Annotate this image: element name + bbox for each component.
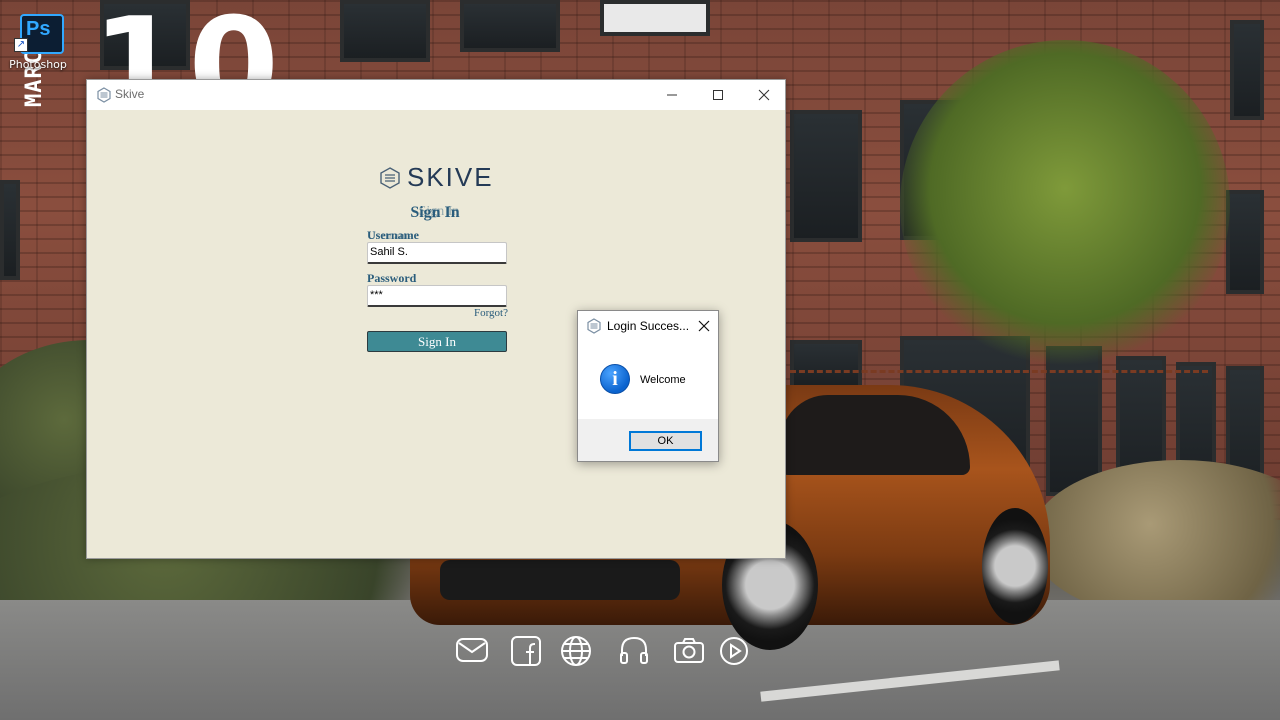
car-grille [440,560,680,600]
building-window [460,0,560,52]
skive-logo-icon [587,318,601,334]
maximize-button[interactable] [695,80,741,110]
clock-hour-text: 10 [92,0,285,80]
sign-in-heading: Sign In [410,204,460,221]
building-window [600,0,710,36]
facebook-icon [511,636,541,666]
minimize-icon [667,94,677,96]
building-window [0,180,20,280]
dashed-divider [790,370,1208,373]
info-icon: i [600,364,630,394]
brand-name: SKIVE [407,162,494,192]
username-field[interactable]: Sahil S. [367,242,507,264]
building-window [340,0,430,62]
desktop-icon-photoshop[interactable]: Ps ↗ Photoshop [6,8,70,74]
close-icon [758,89,770,101]
mail-icon [456,638,488,662]
window-title: Skive [115,87,145,101]
photoshop-logo-text: Ps [26,18,51,40]
building-window [1230,20,1264,120]
dock-item-music[interactable] [617,634,651,668]
tree [900,40,1230,370]
dock-item-mail[interactable] [455,634,489,668]
brand: SKIVE [379,162,499,194]
title-bar[interactable]: Skive [87,80,785,110]
forgot-password-link[interactable]: Forgot? [447,307,508,319]
dock-item-media[interactable] [717,634,751,668]
building-window [790,340,862,390]
login-success-dialog: Login Succes... i Welcome OK [577,310,719,462]
skive-logo-icon [380,167,400,189]
password-field[interactable]: *** [367,285,507,307]
username-label: Username [367,228,419,242]
sign-in-button[interactable]: Sign In [367,331,507,352]
building-window [1226,190,1264,294]
play-icon [720,637,748,665]
dock-item-camera[interactable] [672,634,706,668]
building-window [790,110,862,242]
dialog-message: Welcome [640,374,686,386]
dialog-title: Login Succes... [607,319,690,333]
camera-icon [674,638,704,663]
headphones-icon [620,636,648,664]
car-wheel [982,508,1048,624]
desktop-icon-label: Photoshop [9,58,67,71]
ok-button[interactable]: OK [629,431,702,451]
dock-item-browser[interactable] [559,634,593,668]
skive-logo-icon [97,87,111,103]
dock-item-facebook[interactable] [509,634,543,668]
dialog-close-button[interactable] [694,316,714,336]
dock-bar [455,634,755,668]
minimize-button[interactable] [649,80,695,110]
globe-icon [561,636,591,666]
close-icon [698,320,710,332]
maximize-icon [713,90,723,100]
close-button[interactable] [741,80,787,110]
password-label: Password [367,271,417,285]
shortcut-arrow-icon: ↗ [14,38,28,52]
dialog-footer: OK [578,419,718,461]
